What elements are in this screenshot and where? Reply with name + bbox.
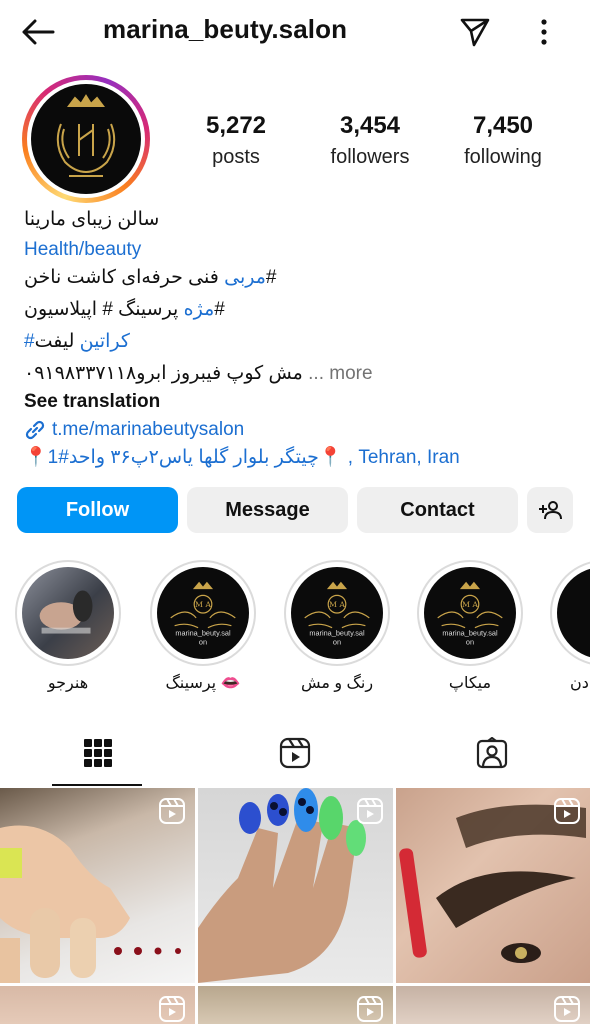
highlight-item[interactable]: M A marina_beuty.sal on میکاپ: [416, 560, 524, 694]
tab-reels[interactable]: [197, 720, 393, 786]
bio-line-4: ۰۹۱۹۸۳۳۷۱۱۸مش کوپ فیبروز ابرو ... more: [24, 362, 373, 386]
bio-line-1: مربی فنی حرفه‌ای کاشت ناخن#: [24, 266, 277, 290]
bio-website-link[interactable]: t.me/marinabeutysalon: [24, 418, 244, 442]
posts-count[interactable]: 5,272 posts: [196, 112, 276, 170]
bio-text: ۰۹۱۹۸۳۳۷۱۱۸مش کوپ فیبروز ابرو: [24, 363, 303, 384]
reel-badge-icon: [159, 996, 185, 1022]
followers-value: 3,454: [339, 112, 401, 139]
post-thumbnail[interactable]: [198, 986, 393, 1024]
highlight-label: رنگ و مش: [300, 675, 374, 692]
bio-location[interactable]: 📍چیتگر بلوار گلها یاس۲پ۳۶ واحد#1📍 , Tehr…: [24, 446, 460, 470]
message-button[interactable]: Message: [187, 487, 348, 533]
highlight-item[interactable]: M A marina_beuty.sal on رنگ و مش: [283, 560, 391, 694]
reel-badge-icon: [554, 996, 580, 1022]
tagged-icon: [476, 737, 508, 769]
link-text: t.me/marinabeutysalon: [52, 419, 245, 440]
followers-label: followers: [330, 146, 410, 168]
reel-badge-icon: [159, 798, 185, 824]
post-thumbnail[interactable]: [0, 986, 195, 1024]
profile-tabs: [0, 720, 590, 786]
more-options-icon[interactable]: [524, 12, 564, 52]
highlight-cover: M A marina_beuty.sal on: [291, 567, 383, 659]
reel-badge-icon: [554, 798, 580, 824]
tab-posts[interactable]: [0, 720, 196, 786]
reels-icon: [279, 737, 311, 769]
highlight-item[interactable]: M A marina_beuty.sal on پرسینگ 👄: [149, 560, 257, 694]
highlight-cover: M A marina_beuty.sal on: [424, 567, 516, 659]
add-user-icon: [539, 501, 562, 520]
reel-badge-icon: [357, 798, 383, 824]
highlight-cover: M A marina_beuty.sal on: [157, 567, 249, 659]
highlight-label: دن: [570, 675, 589, 692]
send-icon[interactable]: [455, 12, 495, 52]
post-thumbnail[interactable]: [396, 788, 590, 983]
followers-count[interactable]: 3,454 followers: [320, 112, 420, 170]
post-thumbnail[interactable]: [0, 788, 195, 983]
bio-hashtag[interactable]: مژه: [184, 299, 215, 320]
bio-hashtag[interactable]: مربی: [224, 267, 266, 288]
svg-text:marina_beuty.sal: marina_beuty.sal: [442, 629, 498, 638]
svg-text:on: on: [466, 637, 474, 646]
highlight-label: میکاپ: [448, 675, 492, 692]
svg-text:on: on: [199, 637, 207, 646]
grid-icon: [84, 739, 112, 767]
top-bar: marina_beuty.salon: [0, 0, 590, 64]
add-user-button[interactable]: [527, 487, 573, 533]
link-icon: [25, 420, 45, 440]
more-link[interactable]: ... more: [308, 363, 372, 384]
bio-line-2: مژه پرسینگ # اپیلاسیون#: [24, 298, 225, 322]
svg-text:marina_beuty.sal: marina_beuty.sal: [175, 629, 231, 638]
profile-username: marina_beuty.salon: [103, 14, 348, 44]
tab-tagged[interactable]: [394, 720, 590, 786]
highlight-item[interactable]: دن: [550, 560, 590, 694]
reel-badge-icon: [357, 996, 383, 1022]
svg-text:M A: M A: [462, 600, 478, 609]
bio-text: لیفت: [34, 331, 75, 352]
contact-button[interactable]: Contact: [357, 487, 518, 533]
highlight-label: پرسینگ 👄: [165, 675, 241, 692]
follow-button[interactable]: Follow: [17, 487, 178, 533]
see-translation-link[interactable]: See translation: [24, 390, 160, 414]
posts-value: 5,272: [205, 112, 267, 139]
bio-line-3: #کراتین لیفت: [24, 330, 130, 354]
bio-name: سالن زیبای مارینا: [24, 209, 160, 230]
svg-text:M A: M A: [195, 600, 211, 609]
highlight-label: هنرجو: [47, 675, 89, 692]
highlight-item[interactable]: هنرجو: [14, 560, 122, 694]
post-thumbnail[interactable]: [198, 788, 393, 983]
following-label: following: [464, 146, 542, 168]
post-thumbnail[interactable]: [396, 986, 590, 1024]
bio-category: Health/beauty: [24, 239, 142, 260]
following-count[interactable]: 7,450 following: [455, 112, 551, 170]
back-arrow-icon[interactable]: [18, 12, 58, 52]
posts-label: posts: [212, 146, 260, 168]
salon-logo: [31, 84, 141, 194]
svg-text:on: on: [333, 637, 341, 646]
highlight-cover: [22, 567, 114, 659]
highlight-cover: [557, 567, 590, 659]
following-value: 7,450: [472, 112, 534, 139]
svg-text:M A: M A: [329, 600, 345, 609]
svg-text:marina_beuty.sal: marina_beuty.sal: [309, 629, 365, 638]
profile-avatar[interactable]: [22, 75, 150, 203]
